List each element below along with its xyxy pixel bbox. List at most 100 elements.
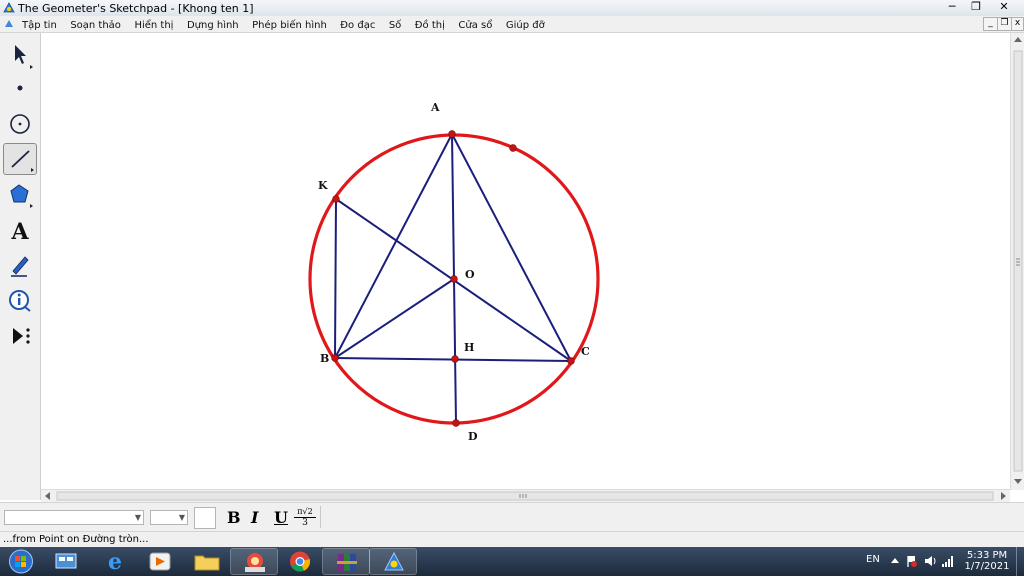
menu-transform[interactable]: Phép biến hình (252, 20, 327, 31)
menu-window[interactable]: Cửa sổ (458, 20, 492, 31)
compass-tool[interactable] (3, 108, 37, 140)
menu-items: Tập tin Soạn thảo Hiển thị Dựng hình Phé… (22, 18, 555, 31)
point-o[interactable] (450, 275, 458, 283)
point-d[interactable] (452, 419, 460, 427)
taskbar: e EN 5:33 PM 1/7/2021 (0, 547, 1024, 576)
label-o[interactable]: O (465, 268, 475, 281)
status-text: ...from Point on Đường tròn... (3, 534, 149, 545)
menu-help[interactable]: Giúp đỡ (506, 20, 545, 31)
toolbar-divider (320, 506, 321, 528)
horizontal-scroll-thumb[interactable] (56, 491, 994, 501)
language-indicator[interactable]: EN (866, 554, 880, 583)
doc-close-button[interactable]: x (1011, 17, 1024, 31)
title-bar: The Geometer's Sketchpad - [Khong ten 1]… (0, 0, 1024, 17)
font-size-select[interactable]: ▼ (150, 510, 188, 525)
straightedge-tool[interactable] (3, 143, 37, 175)
point-b[interactable] (331, 354, 339, 362)
label-c[interactable]: C (581, 345, 590, 358)
label-h[interactable]: H (464, 341, 474, 354)
scroll-left-arrow-icon[interactable] (45, 492, 50, 500)
point-on-circle[interactable] (509, 144, 517, 152)
text-format-bar: ▼ ▼ B I U π√2 3 (0, 502, 1024, 532)
vertical-scroll-thumb[interactable] (1013, 50, 1023, 472)
sketch-canvas[interactable]: A K O B H C D (41, 33, 1010, 490)
label-d[interactable]: D (468, 430, 478, 443)
maximize-button[interactable]: ❐ (964, 0, 988, 14)
volume-icon[interactable] (922, 547, 938, 576)
taskbar-sketchpad-folder[interactable] (42, 548, 90, 575)
segment-ab[interactable] (334, 133, 453, 359)
text-icon: A (10, 219, 29, 245)
taskbar-chrome[interactable] (276, 548, 324, 575)
menu-display[interactable]: Hiển thị (134, 20, 173, 31)
taskbar-media-player[interactable] (136, 548, 184, 575)
sketchpad-app-icon (384, 551, 404, 571)
polygon-icon (10, 184, 33, 208)
point-k[interactable] (332, 195, 340, 203)
point-h[interactable] (451, 355, 459, 363)
svg-text:A: A (10, 219, 29, 245)
segment-ac[interactable] (451, 133, 572, 362)
segment-kb[interactable] (334, 198, 337, 359)
clock[interactable]: 5:33 PM 1/7/2021 (962, 547, 1012, 576)
network-signal-icon[interactable] (940, 547, 956, 576)
taskbar-paint-app[interactable] (230, 548, 278, 575)
text-color-swatch[interactable] (194, 507, 216, 529)
media-player-icon (149, 552, 171, 571)
chrome-icon (290, 551, 311, 572)
label-b[interactable]: B (320, 352, 329, 365)
document-icon[interactable] (4, 19, 14, 29)
bold-button[interactable]: B (227, 508, 241, 527)
font-family-select[interactable]: ▼ (4, 510, 144, 525)
start-button[interactable] (4, 548, 38, 575)
scroll-up-arrow-icon[interactable] (1014, 37, 1022, 42)
arrow-icon (15, 45, 33, 69)
point-icon (17, 85, 23, 91)
point-a[interactable] (448, 130, 456, 138)
clock-date: 1/7/2021 (964, 561, 1010, 572)
menu-number[interactable]: Số (389, 20, 401, 31)
text-tool[interactable]: A (3, 215, 37, 247)
taskbar-file-explorer[interactable] (183, 548, 231, 575)
menu-file[interactable]: Tập tin (22, 20, 57, 31)
doc-minimize-button[interactable]: _ (983, 17, 998, 31)
show-hidden-icons-icon[interactable] (888, 547, 902, 576)
horizontal-scrollbar[interactable] (41, 489, 1010, 502)
taskbar-internet-explorer[interactable]: e (91, 548, 139, 575)
menu-measure[interactable]: Đo đạc (340, 20, 375, 31)
custom-tool[interactable] (3, 320, 37, 352)
menu-construct[interactable]: Dựng hình (187, 20, 239, 31)
close-button[interactable]: ✕ (992, 0, 1016, 14)
minimize-button[interactable]: ─ (940, 0, 964, 14)
point-tool[interactable] (3, 73, 37, 105)
geometry-sketch[interactable]: A K O B H C D (41, 33, 1010, 490)
scroll-right-arrow-icon[interactable] (1001, 492, 1006, 500)
chevron-down-icon: ▼ (178, 513, 185, 522)
marker-icon (11, 256, 29, 277)
point-c[interactable] (567, 357, 575, 365)
information-tool[interactable] (3, 285, 37, 317)
scroll-down-arrow-icon[interactable] (1014, 479, 1022, 484)
segment-ob[interactable] (334, 278, 455, 359)
info-icon (9, 290, 31, 312)
arrow-tool[interactable] (3, 39, 37, 71)
taskbar-geometers-sketchpad[interactable] (369, 548, 417, 575)
compass-icon (10, 114, 30, 134)
action-center-flag-icon[interactable] (904, 547, 918, 576)
menu-graph[interactable]: Đồ thị (415, 20, 445, 31)
vertical-scrollbar[interactable] (1010, 33, 1024, 490)
show-desktop-button[interactable] (1016, 547, 1024, 576)
italic-button[interactable]: I (251, 508, 258, 527)
menu-bar: Tập tin Soạn thảo Hiển thị Dựng hình Phé… (0, 16, 1024, 33)
label-k[interactable]: K (318, 179, 328, 192)
math-format-button[interactable]: π√2 3 (294, 507, 316, 529)
menu-edit[interactable]: Soạn thảo (70, 20, 121, 31)
underline-button[interactable]: U (274, 508, 288, 527)
polygon-tool[interactable] (3, 179, 37, 211)
marker-tool[interactable] (3, 249, 37, 281)
label-a[interactable]: A (430, 101, 440, 114)
window-title: The Geometer's Sketchpad - [Khong ten 1] (18, 2, 254, 15)
taskbar-winrar[interactable] (322, 548, 370, 575)
doc-restore-button[interactable]: ❐ (997, 17, 1012, 31)
folder-icon (194, 555, 220, 571)
